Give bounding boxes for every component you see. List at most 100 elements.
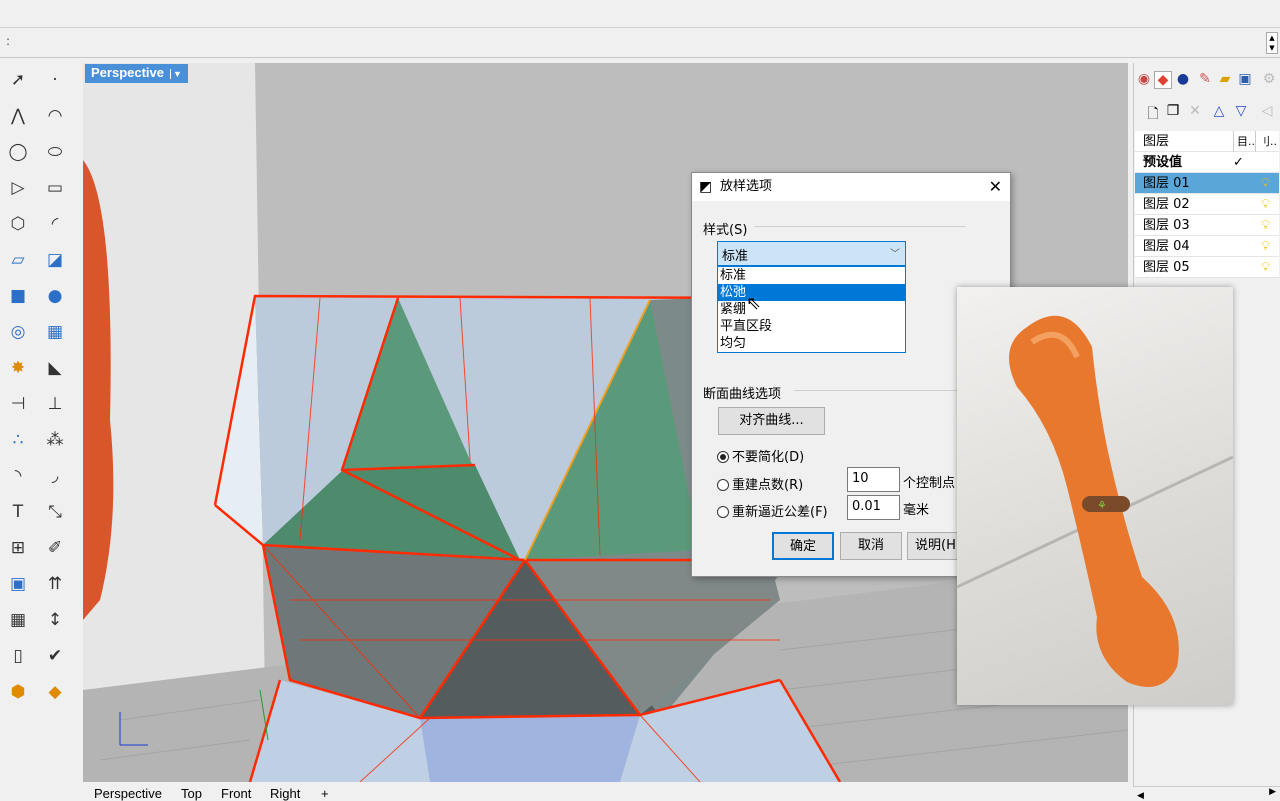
style-dropdown[interactable]: 标准 ﹀ [717, 241, 906, 266]
arc-icon[interactable]: ◝ [4, 462, 32, 490]
text-icon[interactable]: T [4, 498, 32, 526]
snap-icon[interactable]: ⊞ [4, 534, 32, 562]
point-icon[interactable]: · [41, 66, 69, 94]
radio-no-simplify[interactable]: 不要简化(D) [717, 446, 804, 465]
collapse-icon[interactable]: ◁ [1258, 103, 1276, 121]
curve-icon[interactable]: ◠ [41, 102, 69, 130]
layer-row[interactable]: 图层 02 💡︎ [1135, 194, 1279, 215]
check-icon[interactable]: ✔ [41, 642, 69, 670]
layer-name: 图层 03 [1143, 218, 1190, 233]
gear-icon[interactable]: ⚙ [1260, 71, 1278, 89]
tab-right[interactable]: Right [270, 786, 300, 801]
command-scrollbar[interactable]: ▲ ▼ [1266, 32, 1278, 54]
layer-name: 图层 02 [1143, 197, 1190, 212]
dialog-title-bar: ◩ 放样选项 ✕ [692, 173, 1010, 201]
lightbulb-icon[interactable]: 💡︎ [1261, 236, 1270, 257]
layer-row[interactable]: 图层 03 💡︎ [1135, 215, 1279, 236]
surface-icon[interactable]: ▱ [4, 246, 32, 274]
solid-tools-icon[interactable]: ▣ [4, 570, 32, 598]
new-layer-icon[interactable]: 🗋 [1144, 103, 1162, 122]
option-normal[interactable]: 标准 [718, 267, 905, 284]
lightbulb-icon[interactable]: 💡︎ [1261, 173, 1270, 194]
material-icon[interactable]: ◆ [41, 678, 69, 706]
move-up-icon[interactable]: △ [1210, 103, 1228, 121]
color-wheel-icon[interactable]: ◉ [1135, 71, 1153, 89]
ok-button[interactable]: 确定 [772, 532, 834, 560]
close-button[interactable]: ✕ [989, 173, 1002, 201]
grid-icon[interactable]: ▦ [4, 606, 32, 634]
layers-icon[interactable]: ◆ [1154, 71, 1172, 89]
layer-row[interactable]: 图层 04 💡︎ [1135, 236, 1279, 257]
group-icon[interactable]: ∴ [4, 426, 32, 454]
folder-icon[interactable]: ▰ [1216, 71, 1234, 89]
rebuild-points-input[interactable]: 10 [847, 467, 900, 492]
tab-perspective[interactable]: Perspective [94, 786, 162, 801]
select-arrow-icon[interactable]: ➚ [4, 66, 32, 94]
box-icon[interactable]: ■ [4, 282, 32, 310]
delete-icon[interactable]: ✕ [1186, 103, 1204, 121]
align-curves-button[interactable]: 对齐曲线... [718, 407, 825, 435]
rebuild-unit-label: 个控制点 [903, 476, 956, 491]
help-icon[interactable]: ▣ [1236, 71, 1254, 89]
tab-front[interactable]: Front [221, 786, 251, 801]
left-toolbar: ➚ · ⋀ ◠ ◯ ⬭ ▷ ▭ ⬡ ◜ ▱ ◪ ■ ● ◎ ▦ ✸ ◣ ⊣ ⊥ ∴ ⁂ ◝ ◞ T ⤡ ⊞ ✐ ▣ ⇈ ▦ ↕ ▯ ✔ ⬢ ◆ [0, 60, 80, 800]
lightbulb-icon[interactable]: 💡︎ [1261, 215, 1270, 236]
column-layer[interactable]: 图层 [1143, 134, 1169, 149]
cylinder-icon[interactable]: ◎ [4, 318, 32, 346]
move-down-icon[interactable]: ▽ [1232, 103, 1250, 121]
transform-icon[interactable]: ⤡ [41, 498, 69, 526]
rectangle-icon[interactable]: ▭ [41, 174, 69, 202]
dimension-icon[interactable]: ⇈ [41, 570, 69, 598]
option-straight-sections[interactable]: 平直区段 [718, 318, 905, 335]
command-line[interactable]: : [0, 28, 1280, 58]
layer-name: 图层 04 [1143, 239, 1190, 254]
cancel-button[interactable]: 取消 [840, 532, 902, 560]
render-icon[interactable]: ⬢ [4, 678, 32, 706]
mesh-icon[interactable]: ▦ [41, 318, 69, 346]
radio-rebuild[interactable]: 重建点数(R) [717, 474, 803, 493]
lightbulb-icon[interactable]: 💡︎ [1261, 257, 1270, 278]
edit-icon[interactable]: ✐ [41, 534, 69, 562]
gumball-icon[interactable]: ↕ [41, 606, 69, 634]
column-visible[interactable]: 刂.. [1255, 131, 1277, 152]
sphere-icon[interactable]: ● [41, 282, 69, 310]
lightbulb-icon[interactable]: 💡︎ [1261, 194, 1270, 215]
new-sublayer-icon[interactable]: ❐ [1164, 103, 1182, 121]
split-icon[interactable]: ⊣ [4, 390, 32, 418]
boolean-icon[interactable]: ◣ [41, 354, 69, 382]
layer-row[interactable]: 图层 01 💡︎ [1135, 173, 1279, 194]
option-uniform[interactable]: 均匀 [718, 335, 905, 352]
reference-photo: ⚘ [957, 287, 1233, 705]
material-ball-icon[interactable]: ● [1174, 71, 1192, 89]
polygon-icon[interactable]: ⬡ [4, 210, 32, 238]
layer-name: 预设值 [1143, 155, 1183, 170]
radio-icon [717, 451, 729, 463]
polyline-icon[interactable]: ⋀ [4, 102, 32, 130]
radio-refit[interactable]: 重新逼近公差(F) [717, 501, 828, 520]
tab-top[interactable]: Top [181, 786, 202, 801]
viewport-menu-arrow-icon[interactable]: ▼ [170, 69, 182, 79]
render-tool-icon[interactable]: ✎ [1196, 71, 1214, 89]
offset-icon[interactable]: ◞ [41, 462, 69, 490]
refit-tolerance-input[interactable]: 0.01 [847, 495, 900, 520]
ellipse-icon[interactable]: ⬭ [41, 138, 69, 166]
explode-icon[interactable]: ✸ [4, 354, 32, 382]
panel-icon[interactable]: ▯ [4, 642, 32, 670]
fillet-curve-icon[interactable]: ◜ [41, 210, 69, 238]
layer-row-default[interactable]: 预设值 ✓ [1135, 152, 1279, 173]
polygon-tri-icon[interactable]: ▷ [4, 174, 32, 202]
panel-scrollbar[interactable]: ◀ ▶ [1133, 786, 1280, 801]
array-icon[interactable]: ⁂ [41, 426, 69, 454]
radio-icon [717, 479, 729, 491]
layer-header: 图层 目.. 刂.. [1135, 131, 1279, 152]
circle-icon[interactable]: ◯ [4, 138, 32, 166]
extrude-surface-icon[interactable]: ◪ [41, 246, 69, 274]
trim-icon[interactable]: ⊥ [41, 390, 69, 418]
layer-row[interactable]: 图层 05 💡︎ [1135, 257, 1279, 278]
add-tab-button[interactable]: + [321, 786, 329, 801]
radio-label: 不要简化(D) [732, 450, 805, 465]
radio-label: 重建点数(R) [732, 478, 804, 493]
column-current[interactable]: 目.. [1233, 131, 1255, 152]
dialog-title: 放样选项 [720, 179, 773, 194]
viewport-label[interactable]: Perspective ▼ [85, 64, 188, 83]
